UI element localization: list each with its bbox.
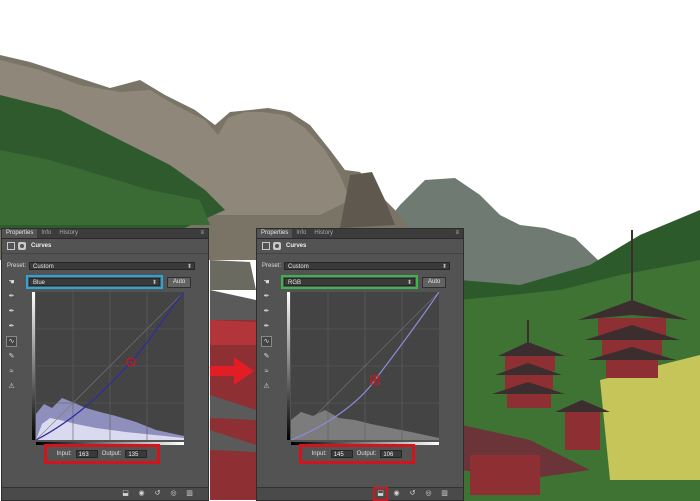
target-adjust-icon[interactable]: ☚: [262, 278, 271, 287]
visibility-icon[interactable]: ◎: [424, 490, 433, 498]
output-gradient: [287, 292, 290, 440]
output-label: Output:: [356, 451, 377, 457]
input-output-fields: Input: 145 Output: 106: [299, 444, 415, 464]
mask-icon[interactable]: [273, 242, 281, 250]
right-arrow-icon: [210, 357, 254, 385]
panel-menu-icon[interactable]: ≡: [200, 229, 208, 238]
curve-points-icon[interactable]: ∿: [6, 336, 17, 347]
curve-graph-rgb[interactable]: [287, 291, 440, 445]
preset-label: Preset:: [262, 263, 282, 269]
panel-footer: ⬓ ◉ ↺ ◎ ▥: [257, 487, 463, 501]
adjustment-header: Curves: [257, 239, 463, 254]
dropdown-arrow-icon: ⬍: [441, 264, 448, 270]
input-field[interactable]: 145: [330, 450, 353, 458]
curve-tools: ✒ ✒ ✒ ∿ ✎ ≈ ⚠: [6, 292, 17, 391]
input-label: Input:: [311, 451, 327, 457]
clip-to-layer-icon[interactable]: ⬓: [373, 487, 388, 501]
tab-properties[interactable]: Properties: [2, 229, 38, 238]
channel-dropdown[interactable]: RGB ⬍: [284, 278, 415, 286]
reset-icon[interactable]: ↺: [153, 490, 162, 498]
input-label: Input:: [56, 451, 72, 457]
adjustment-title: Curves: [31, 243, 52, 249]
tab-info[interactable]: Info: [37, 229, 55, 238]
pencil-icon[interactable]: ✎: [7, 352, 16, 361]
trash-icon[interactable]: ▥: [440, 490, 449, 498]
tab-properties[interactable]: Properties: [257, 229, 293, 238]
preset-dropdown[interactable]: Custom ⬍: [29, 262, 196, 270]
target-adjust-icon[interactable]: ☚: [7, 278, 16, 287]
trash-icon[interactable]: ▥: [185, 490, 194, 498]
adjustment-title: Curves: [286, 243, 307, 249]
output-field[interactable]: 135: [125, 450, 148, 458]
dropdown-arrow-icon: ⬍: [186, 264, 193, 270]
auto-button[interactable]: Auto: [422, 276, 447, 288]
white-eyedropper-icon[interactable]: ✒: [262, 322, 271, 331]
channel-value: RGB: [288, 280, 302, 286]
clip-to-layer-icon[interactable]: ⬓: [121, 490, 130, 498]
panel-menu-icon[interactable]: ≡: [455, 229, 463, 238]
curve-graph-blue[interactable]: [32, 291, 185, 445]
clipping-warning-icon[interactable]: ⚠: [7, 382, 16, 391]
input-output-fields: Input: 163 Output: 135: [44, 444, 160, 464]
tab-history[interactable]: History: [55, 229, 82, 238]
curves-adjustment-icon: [7, 242, 15, 250]
preset-value: Custom: [288, 264, 309, 270]
curve-grid: [290, 291, 440, 441]
preset-row: Preset: Custom ⬍: [7, 262, 196, 270]
channel-row: ☚ Blue ⬍ Auto: [7, 275, 192, 289]
curves-properties-panel-blue: Properties Info History ≡ Curves Preset:…: [1, 228, 209, 501]
input-field[interactable]: 163: [75, 450, 98, 458]
gray-eyedropper-icon[interactable]: ✒: [7, 307, 16, 316]
dropdown-arrow-icon: ⬍: [406, 280, 412, 286]
dropdown-arrow-icon: ⬍: [151, 280, 157, 286]
visibility-icon[interactable]: ◎: [169, 490, 178, 498]
output-gradient: [32, 292, 35, 440]
curve-tools: ✒ ✒ ✒ ∿ ✎ ≈ ⚠: [261, 292, 272, 391]
preset-value: Custom: [33, 264, 54, 270]
pencil-icon[interactable]: ✎: [262, 352, 271, 361]
black-eyedropper-icon[interactable]: ✒: [262, 292, 271, 301]
curve-grid: [35, 291, 185, 441]
view-previous-icon[interactable]: ◉: [137, 490, 146, 498]
channel-row: ☚ RGB ⬍ Auto: [262, 275, 447, 289]
output-label: Output:: [101, 451, 122, 457]
adjustment-header: Curves: [2, 239, 208, 254]
tab-info[interactable]: Info: [292, 229, 310, 238]
view-previous-icon[interactable]: ◉: [392, 490, 401, 498]
channel-value: Blue: [33, 280, 46, 286]
preset-dropdown[interactable]: Custom ⬍: [284, 262, 451, 270]
gray-eyedropper-icon[interactable]: ✒: [262, 307, 271, 316]
curve-points-icon[interactable]: ∿: [261, 336, 272, 347]
mask-icon[interactable]: [18, 242, 26, 250]
smooth-icon[interactable]: ≈: [7, 367, 16, 376]
auto-button[interactable]: Auto: [167, 276, 192, 288]
panel-footer: ⬓ ◉ ↺ ◎ ▥: [2, 487, 208, 500]
smooth-icon[interactable]: ≈: [262, 367, 271, 376]
white-eyedropper-icon[interactable]: ✒: [7, 322, 16, 331]
curves-properties-panel-rgb: Properties Info History ≡ Curves Preset:…: [256, 228, 464, 501]
tab-history[interactable]: History: [310, 229, 337, 238]
preset-label: Preset:: [7, 263, 27, 269]
panel-tabs: Properties Info History ≡: [257, 229, 463, 239]
black-eyedropper-icon[interactable]: ✒: [7, 292, 16, 301]
curves-adjustment-icon: [262, 242, 270, 250]
output-field[interactable]: 106: [380, 450, 403, 458]
channel-dropdown[interactable]: Blue ⬍: [29, 278, 160, 286]
panel-tabs: Properties Info History ≡: [2, 229, 208, 239]
channel-highlight: Blue ⬍: [26, 275, 163, 289]
channel-highlight: RGB ⬍: [281, 275, 418, 289]
reset-icon[interactable]: ↺: [408, 490, 417, 498]
preset-row: Preset: Custom ⬍: [262, 262, 451, 270]
clipping-warning-icon[interactable]: ⚠: [262, 382, 271, 391]
